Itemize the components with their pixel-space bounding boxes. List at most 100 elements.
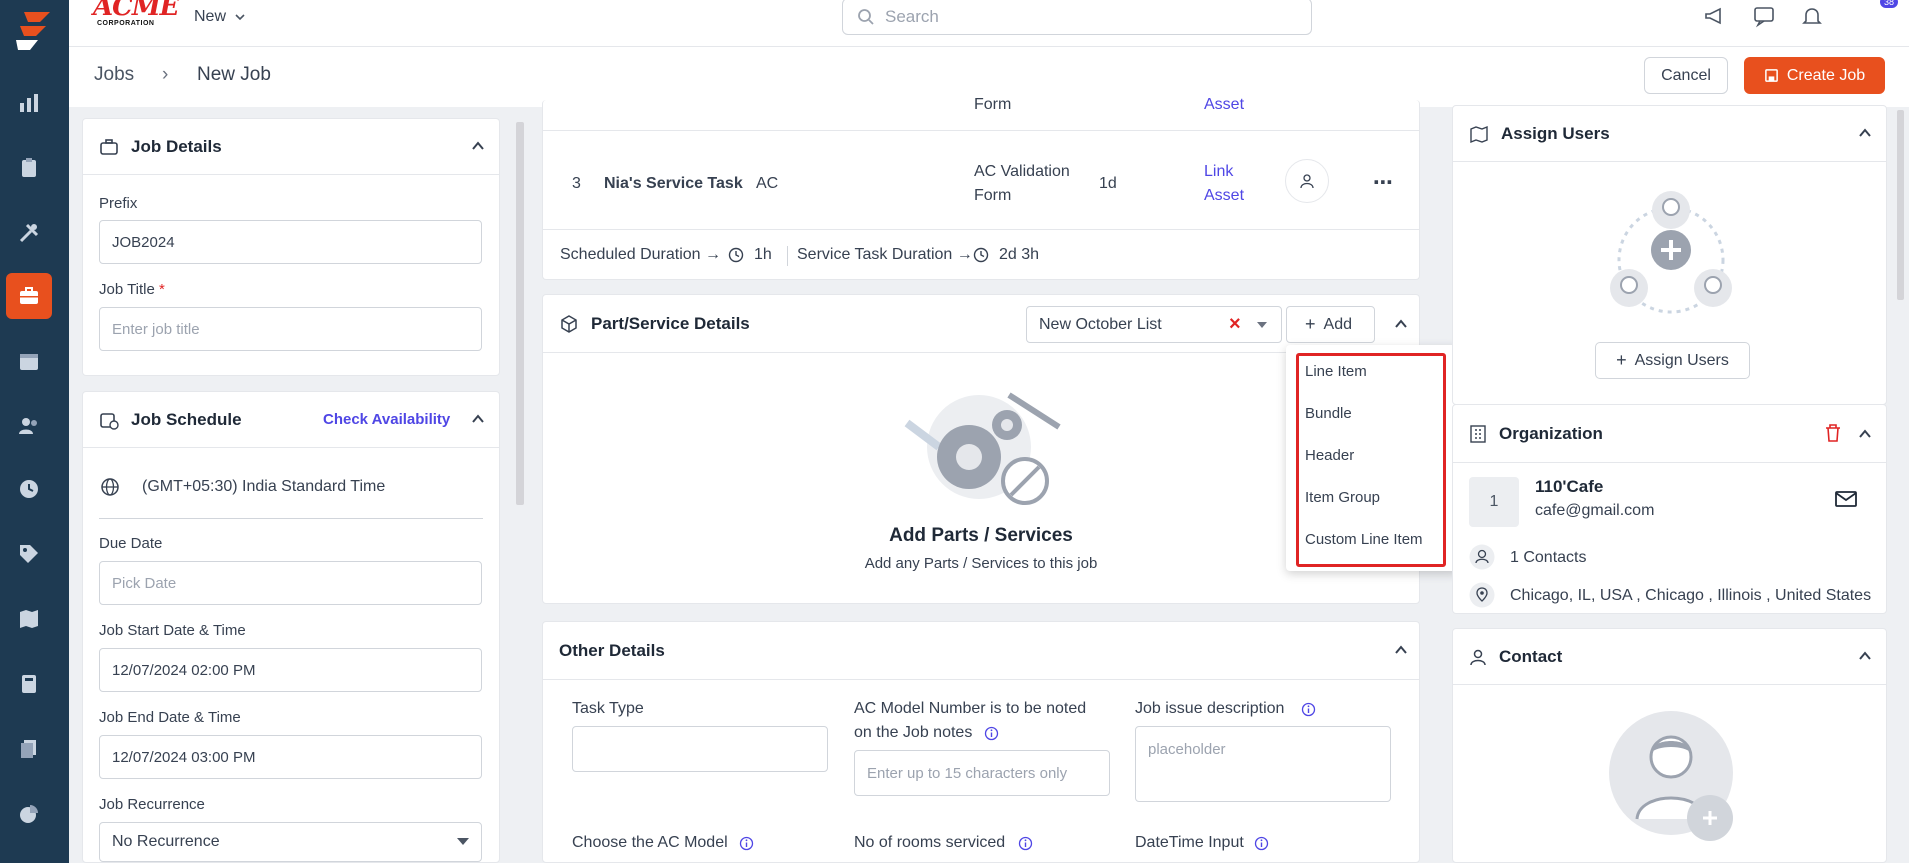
collapse-chevron-icon[interactable] [1858, 126, 1872, 140]
issue-description-textarea[interactable]: placeholder [1135, 726, 1391, 802]
job-schedule-title: Job Schedule [131, 409, 242, 429]
left-scrollbar[interactable] [516, 122, 524, 505]
envelope-icon[interactable] [1835, 491, 1857, 507]
assign-users-title: Assign Users [1501, 123, 1610, 143]
location-pin-icon [1469, 582, 1495, 608]
gears-tools-illustration-icon [904, 392, 1061, 505]
menu-item-header[interactable]: Header [1305, 447, 1354, 464]
add-part-menu: Line Item Bundle Header Item Group Custo… [1286, 345, 1459, 571]
ac-model-label-line1: AC Model Number is to be noted [854, 700, 1087, 717]
create-job-button[interactable]: Create Job [1744, 57, 1885, 94]
search-input[interactable]: Search [842, 0, 1312, 35]
info-icon[interactable] [1018, 836, 1033, 851]
price-list-value: New October List [1039, 315, 1162, 333]
app-logo-icon[interactable] [10, 8, 56, 52]
info-icon[interactable] [1254, 836, 1269, 851]
info-icon[interactable] [739, 836, 754, 851]
menu-item-bundle[interactable]: Bundle [1305, 405, 1352, 422]
end-date-label: Job End Date & Time [99, 709, 241, 726]
menu-item-custom-line-item[interactable]: Custom Line Item [1305, 531, 1423, 548]
org-address: Chicago, IL, USA , Chicago , Illinois , … [1510, 587, 1872, 604]
timezone-value[interactable]: (GMT+05:30) India Standard Time [142, 478, 385, 496]
breadcrumb-separator: › [162, 64, 169, 85]
ac-model-field[interactable]: Enter up to 15 characters only [854, 750, 1110, 796]
job-details-header[interactable]: Job Details [83, 119, 499, 175]
job-title-label-text: Job Title [99, 281, 155, 298]
task-type-field[interactable] [572, 726, 828, 772]
bell-icon[interactable] [1798, 2, 1826, 30]
end-date-field[interactable]: 12/07/2024 03:00 PM [99, 735, 482, 779]
task-duration-total: 2d 3h [999, 246, 1040, 263]
notification-badge: 38 [1880, 0, 1899, 8]
task-name[interactable]: Nia's Service Task [604, 175, 743, 193]
map-pin-icon [1470, 125, 1488, 143]
assign-users-button-label: Assign Users [1634, 351, 1729, 369]
user-icon [1300, 174, 1314, 189]
org-name[interactable]: 110'Cafe [1535, 477, 1603, 497]
price-list-select[interactable]: New October List × [1026, 306, 1282, 343]
map-icon[interactable] [6, 596, 52, 642]
organization-header: Organization [1453, 405, 1886, 463]
collapse-chevron-icon[interactable] [471, 139, 485, 153]
collapse-chevron-icon[interactable] [1858, 649, 1872, 663]
org-contacts-count[interactable]: 1 Contacts [1510, 549, 1586, 567]
check-availability-link[interactable]: Check Availability [323, 411, 450, 428]
add-contact-button[interactable] [1687, 795, 1733, 841]
briefcase-icon [100, 138, 118, 155]
link-asset-line1[interactable]: Link [1204, 163, 1233, 181]
briefcase-icon[interactable] [6, 273, 52, 319]
collapse-chevron-icon[interactable] [471, 412, 485, 426]
right-scrollbar[interactable] [1897, 110, 1904, 300]
more-options-icon[interactable]: ⋯ [1373, 170, 1393, 195]
collapse-chevron-icon[interactable] [1394, 317, 1408, 331]
user-icon [1469, 544, 1495, 570]
chat-icon[interactable] [1750, 2, 1778, 30]
job-title-field[interactable]: Enter job title [99, 307, 482, 351]
page-title: New Job [197, 64, 271, 85]
tag-icon[interactable] [6, 531, 52, 577]
collapse-chevron-icon[interactable] [1394, 643, 1408, 657]
menu-item-item-group[interactable]: Item Group [1305, 489, 1380, 506]
divider [99, 518, 483, 519]
clear-x-icon[interactable]: × [1229, 313, 1241, 336]
dashboard-chart-icon[interactable] [6, 80, 52, 126]
menu-item-line-item[interactable]: Line Item [1305, 363, 1367, 380]
other-details-header[interactable]: Other Details [543, 622, 1419, 680]
collapse-chevron-icon[interactable] [1858, 427, 1872, 441]
job-schedule-panel: Job Schedule Check Availability (GMT+05:… [82, 391, 500, 863]
calendar-icon[interactable] [6, 338, 52, 384]
users-icon[interactable] [6, 403, 52, 449]
top-bar: ACME CORPORATION New Search 38 [69, 0, 1909, 47]
add-part-button[interactable]: + Add [1286, 306, 1375, 343]
due-date-field[interactable]: Pick Date [99, 561, 482, 605]
add-part-label: Add [1323, 315, 1352, 333]
calculator-icon[interactable] [6, 661, 52, 707]
link-asset-line2[interactable]: Asset [1204, 187, 1244, 205]
job-details-title: Job Details [131, 136, 222, 156]
clock-icon[interactable] [6, 466, 52, 512]
parts-title: Part/Service Details [591, 313, 750, 333]
building-icon [1470, 424, 1486, 443]
contact-header[interactable]: Contact [1453, 629, 1886, 685]
task-form-line1: AC Validation [974, 163, 1070, 180]
new-dropdown[interactable]: New [194, 8, 246, 26]
prefix-field[interactable]: JOB2024 [99, 220, 482, 264]
trash-icon[interactable] [1825, 424, 1841, 442]
info-icon[interactable] [1301, 702, 1316, 717]
documents-icon[interactable] [6, 726, 52, 772]
assign-technician-button[interactable] [1285, 159, 1329, 203]
breadcrumb-jobs-link[interactable]: Jobs [94, 64, 134, 86]
assign-users-button[interactable]: + Assign Users [1595, 342, 1750, 379]
recurrence-select[interactable]: No Recurrence [99, 822, 482, 862]
start-date-field[interactable]: 12/07/2024 02:00 PM [99, 648, 482, 692]
clipboard-icon[interactable] [6, 145, 52, 191]
assign-users-header[interactable]: Assign Users [1453, 106, 1886, 162]
prev-row-link-asset[interactable]: Asset [1204, 96, 1244, 114]
cancel-button[interactable]: Cancel [1644, 57, 1728, 94]
clock-icon [973, 247, 989, 263]
pie-chart-icon[interactable] [6, 791, 52, 837]
box-icon [561, 314, 577, 333]
megaphone-icon[interactable] [1701, 2, 1729, 30]
tools-icon[interactable] [6, 210, 52, 256]
info-icon[interactable] [984, 726, 999, 741]
